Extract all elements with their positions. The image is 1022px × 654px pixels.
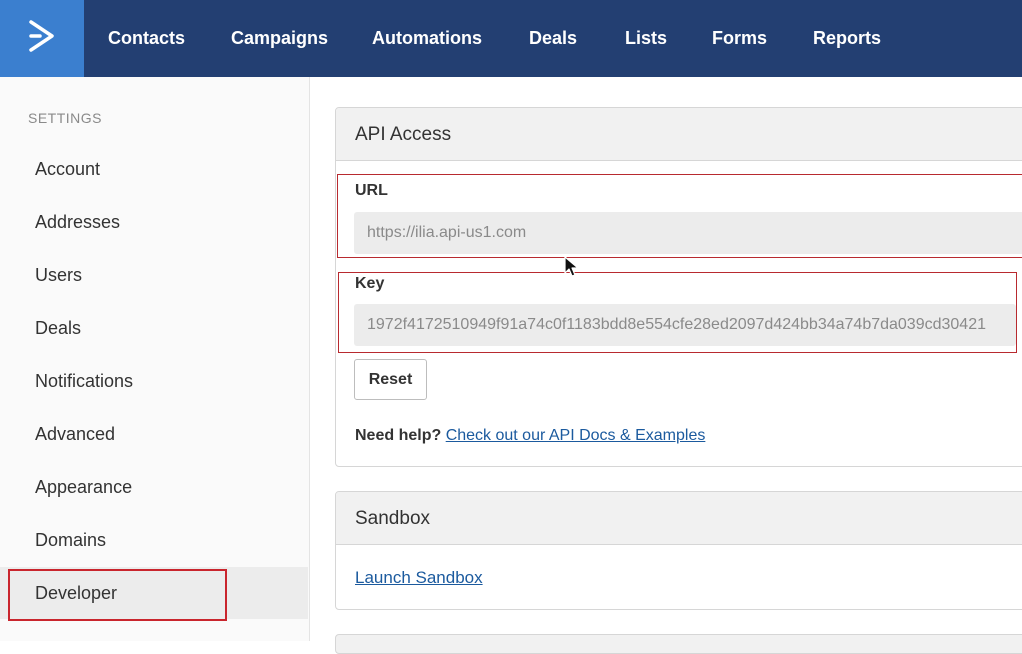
sidebar-item-appearance[interactable]: Appearance	[35, 477, 132, 498]
sidebar-item-addresses[interactable]: Addresses	[35, 212, 120, 233]
sandbox-title: Sandbox	[336, 492, 1022, 545]
sandbox-panel: Sandbox	[335, 491, 1022, 610]
top-nav-bar: Contacts Campaigns Automations Deals Lis…	[0, 0, 1022, 77]
nav-campaigns[interactable]: Campaigns	[231, 0, 328, 77]
sidebar-item-advanced[interactable]: Advanced	[35, 424, 115, 445]
nav-automations[interactable]: Automations	[372, 0, 482, 77]
settings-heading: SETTINGS	[28, 110, 103, 126]
reset-button[interactable]: Reset	[354, 359, 427, 400]
nav-lists[interactable]: Lists	[625, 0, 667, 77]
next-panel-edge	[335, 634, 1022, 654]
sidebar-item-users[interactable]: Users	[35, 265, 82, 286]
mouse-cursor-icon	[564, 256, 580, 283]
help-line: Need help? Check out our API Docs & Exam…	[355, 427, 705, 445]
nav-contacts[interactable]: Contacts	[108, 0, 185, 77]
app-logo[interactable]	[0, 0, 84, 77]
sidebar-item-account[interactable]: Account	[35, 159, 100, 180]
url-highlight-frame	[337, 174, 1022, 258]
chevron-right-icon	[27, 18, 57, 59]
api-docs-link[interactable]: Check out our API Docs & Examples	[446, 427, 706, 444]
sidebar-item-deals[interactable]: Deals	[35, 318, 81, 339]
nav-deals[interactable]: Deals	[529, 0, 577, 77]
help-prefix: Need help?	[355, 427, 442, 444]
nav-forms[interactable]: Forms	[712, 0, 767, 77]
sidebar-item-notifications[interactable]: Notifications	[35, 371, 133, 392]
sidebar-item-domains[interactable]: Domains	[35, 530, 106, 551]
key-highlight-frame	[338, 272, 1017, 353]
api-access-title: API Access	[336, 108, 1022, 161]
developer-highlight-frame	[8, 569, 227, 621]
nav-reports[interactable]: Reports	[813, 0, 881, 77]
launch-sandbox-link[interactable]: Launch Sandbox	[355, 568, 483, 588]
